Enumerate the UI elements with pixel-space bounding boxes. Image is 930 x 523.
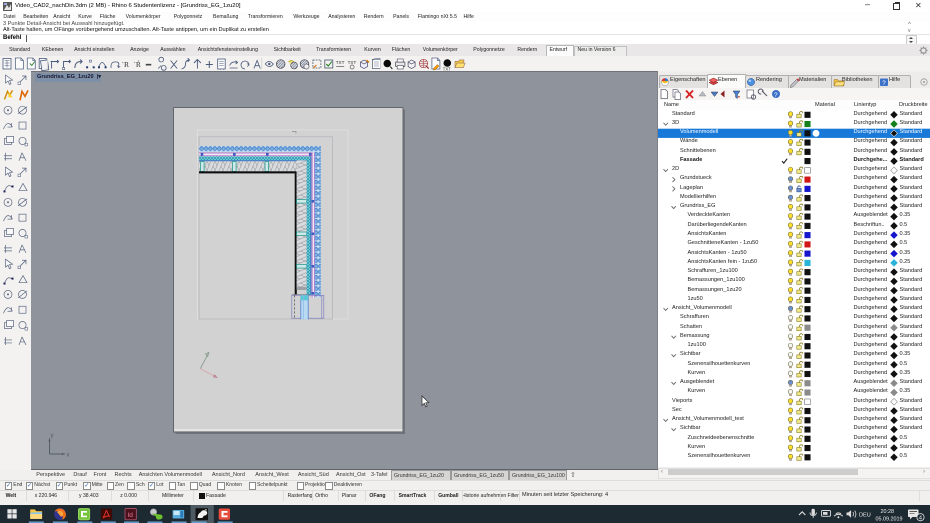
svg-text:05.09.2019: 05.09.2019 [876,516,903,522]
svg-text:DEU: DEU [859,512,871,518]
svg-text:´Ŕ: ´Ŕ [133,59,141,69]
svg-text:TXT: TXT [348,60,357,65]
svg-text:6: 6 [205,509,208,515]
svg-text:▬: ▬ [146,62,152,68]
svg-text:´R: ´R [122,60,130,69]
svg-text:20:28: 20:28 [881,508,895,514]
svg-text:x: x [67,453,70,459]
svg-text:Id: Id [128,512,134,519]
svg-text:?: ? [774,92,778,99]
svg-text:?: ? [882,80,886,87]
svg-text:TXT: TXT [336,60,345,65]
svg-text:y: y [51,433,54,439]
